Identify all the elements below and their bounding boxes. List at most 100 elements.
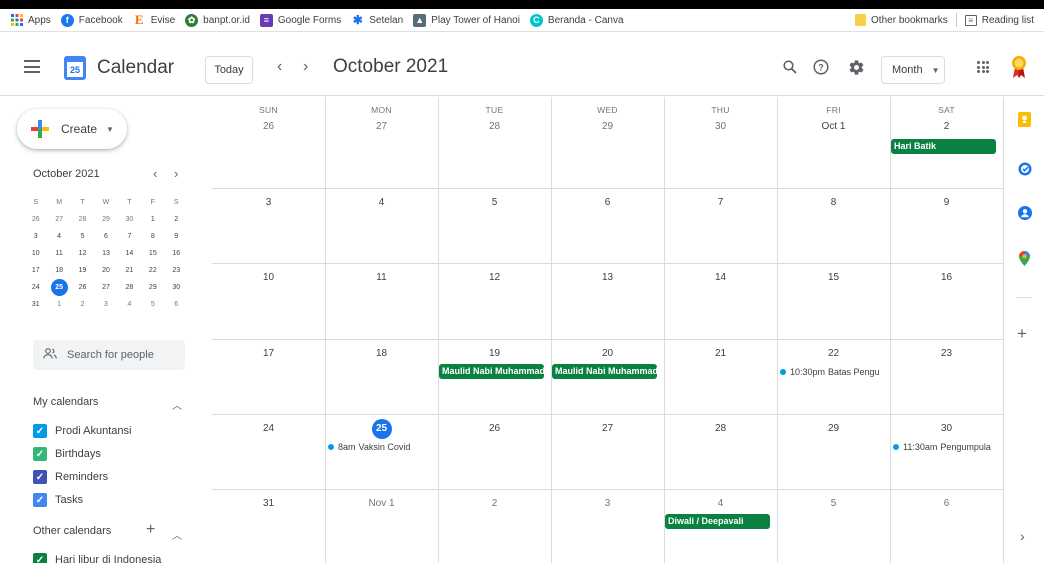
mini-day[interactable]: 7 — [118, 233, 141, 240]
calendar-item-hari-libur[interactable]: ✓ Hari libur di Indonesia — [33, 553, 161, 563]
day-cell-number[interactable]: 28 — [438, 121, 551, 132]
mini-day[interactable]: 8 — [141, 233, 164, 240]
day-cell-number[interactable]: 28 — [664, 423, 777, 434]
day-cell-number[interactable]: 6 — [890, 498, 1003, 509]
mini-day[interactable]: 5 — [71, 233, 94, 240]
mini-day[interactable]: 30 — [118, 216, 141, 223]
day-cell-number[interactable]: 22 — [777, 348, 890, 359]
bookmark-banpt[interactable]: ✿ banpt.or.id — [185, 13, 250, 27]
checkbox-checked-icon[interactable]: ✓ — [33, 424, 47, 438]
day-cell-number[interactable]: 16 — [890, 272, 1003, 283]
main-menu-icon[interactable] — [24, 60, 40, 73]
mini-day[interactable]: 30 — [165, 284, 188, 291]
other-bookmarks[interactable]: Other bookmarks — [855, 14, 948, 26]
app-title[interactable]: Calendar — [97, 57, 174, 79]
day-cell-number[interactable]: 29 — [777, 423, 890, 434]
mini-day[interactable]: 1 — [47, 301, 70, 308]
day-cell-number[interactable]: 20 — [551, 348, 664, 359]
day-cell-number[interactable]: 4 — [325, 197, 438, 208]
google-apps-icon[interactable] — [977, 61, 989, 73]
day-cell-number[interactable]: 26 — [438, 423, 551, 434]
checkbox-checked-icon[interactable]: ✓ — [33, 493, 47, 507]
other-calendars-heading[interactable]: Other calendars — [33, 525, 111, 537]
mini-day[interactable]: 19 — [71, 267, 94, 274]
day-cell-today[interactable]: 25 — [325, 419, 438, 439]
calendar-item-birthdays[interactable]: ✓ Birthdays — [33, 447, 101, 461]
all-day-event-chip[interactable]: Maulid Nabi Muhammad — [439, 364, 544, 379]
mini-day[interactable]: 3 — [94, 301, 117, 308]
bookmark-facebook[interactable]: f Facebook — [60, 13, 123, 27]
mini-day[interactable]: 10 — [24, 250, 47, 257]
today-button[interactable]: Today — [205, 56, 253, 84]
day-cell-number[interactable]: 7 — [664, 197, 777, 208]
mini-day-today[interactable]: 25 — [47, 279, 70, 296]
day-cell-number[interactable]: 2 — [890, 121, 1003, 132]
bookmark-setelan[interactable]: ✱ Setelan — [351, 13, 403, 27]
day-cell-number[interactable]: 3 — [551, 498, 664, 509]
mini-day[interactable]: 17 — [24, 267, 47, 274]
mini-day[interactable]: 14 — [118, 250, 141, 257]
mini-day[interactable]: 28 — [71, 216, 94, 223]
timed-event[interactable]: 10:30pm Batas Pengu — [780, 367, 887, 377]
day-cell-number[interactable]: 13 — [551, 272, 664, 283]
mini-day[interactable]: 18 — [47, 267, 70, 274]
mini-day[interactable]: 11 — [47, 250, 70, 257]
day-cell-number[interactable]: 29 — [551, 121, 664, 132]
timed-event[interactable]: 11:30am Pengumpula — [893, 442, 1000, 452]
bookmark-google-forms[interactable]: ≡ Google Forms — [259, 13, 341, 27]
mini-day[interactable]: 21 — [118, 267, 141, 274]
mini-day[interactable]: 4 — [118, 301, 141, 308]
mini-day[interactable]: 31 — [24, 301, 47, 308]
my-calendars-heading[interactable]: My calendars — [33, 396, 98, 408]
day-cell-number[interactable]: 24 — [212, 423, 325, 434]
day-cell-number[interactable]: 26 — [212, 121, 325, 132]
reading-list[interactable]: ≡ Reading list — [964, 14, 1034, 26]
all-day-event-chip[interactable]: Diwali / Deepavali — [665, 514, 770, 529]
day-cell-number[interactable]: 30 — [890, 423, 1003, 434]
day-cell-number[interactable]: 2 — [438, 498, 551, 509]
day-cell-number[interactable]: 5 — [438, 197, 551, 208]
day-cell-number[interactable]: 23 — [890, 348, 1003, 359]
bookmark-apps[interactable]: Apps — [10, 14, 51, 27]
search-people-input[interactable]: Search for people — [33, 340, 185, 370]
day-cell-number[interactable]: 5 — [777, 498, 890, 509]
day-cell-number[interactable]: 30 — [664, 121, 777, 132]
mini-day[interactable]: 2 — [71, 301, 94, 308]
mini-day[interactable]: 15 — [141, 250, 164, 257]
day-cell-number[interactable]: 3 — [212, 197, 325, 208]
day-cell-number[interactable]: 18 — [325, 348, 438, 359]
day-cell-number[interactable]: 8 — [777, 197, 890, 208]
day-cell-number[interactable]: 10 — [212, 272, 325, 283]
timed-event[interactable]: 8am Vaksin Covid — [328, 442, 435, 452]
mini-day[interactable]: 2 — [165, 216, 188, 223]
day-cell-number[interactable]: 27 — [551, 423, 664, 434]
checkbox-checked-icon[interactable]: ✓ — [33, 553, 47, 563]
mini-day[interactable]: 6 — [94, 233, 117, 240]
day-cell-number[interactable]: 14 — [664, 272, 777, 283]
day-cell-number[interactable]: 17 — [212, 348, 325, 359]
mini-day[interactable]: 4 — [47, 233, 70, 240]
expand-side-panel-chevron-icon[interactable]: › — [1020, 528, 1025, 544]
all-day-event-chip[interactable]: Maulid Nabi Muhammad — [552, 364, 657, 379]
checkbox-checked-icon[interactable]: ✓ — [33, 470, 47, 484]
mini-prev-month-icon[interactable]: ‹ — [153, 166, 157, 181]
all-day-event-chip[interactable]: Hari Batik — [891, 139, 996, 154]
calendar-item-tasks[interactable]: ✓ Tasks — [33, 493, 83, 507]
previous-month-button[interactable]: ‹ — [277, 58, 282, 76]
calendar-item-reminders[interactable]: ✓ Reminders — [33, 470, 108, 484]
mini-day[interactable]: 22 — [141, 267, 164, 274]
keep-icon[interactable] — [1017, 112, 1032, 127]
day-cell-number[interactable]: 9 — [890, 197, 1003, 208]
chevron-up-icon[interactable]: ︿ — [172, 527, 182, 542]
mini-day[interactable]: 29 — [94, 216, 117, 223]
add-calendar-plus-icon[interactable]: + — [146, 521, 155, 539]
search-icon[interactable] — [780, 57, 800, 77]
day-cell-number[interactable]: 6 — [551, 197, 664, 208]
account-avatar[interactable] — [1011, 55, 1027, 79]
day-cell-number[interactable]: 21 — [664, 348, 777, 359]
contacts-icon[interactable] — [1017, 205, 1032, 220]
day-cell-number[interactable]: Oct 1 — [777, 121, 890, 132]
day-cell-number[interactable]: 4 — [664, 498, 777, 509]
chevron-up-icon[interactable]: ︿ — [172, 397, 182, 412]
next-month-button[interactable]: › — [303, 58, 308, 76]
